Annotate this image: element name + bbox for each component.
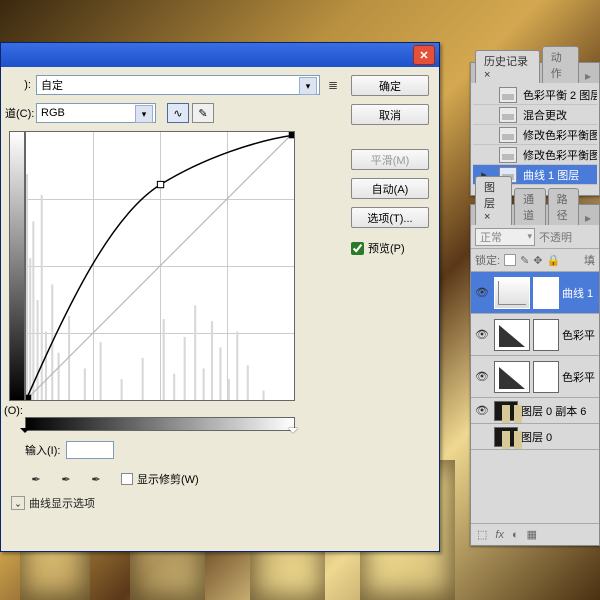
tab-channels[interactable]: 通道 (514, 188, 545, 225)
panel-menu-icon[interactable]: ▸ (581, 69, 595, 83)
curves-chart[interactable] (25, 131, 295, 401)
visibility-icon[interactable]: 👁 (473, 404, 491, 417)
black-point-slider[interactable] (20, 428, 30, 438)
layer-mask[interactable] (533, 319, 559, 351)
tab-actions[interactable]: 动作 (542, 46, 579, 83)
layer-row[interactable]: 👁色彩平 (471, 356, 599, 398)
layer-thumbnail[interactable] (494, 319, 530, 351)
ok-button[interactable]: 确定 (351, 75, 429, 96)
visibility-icon[interactable]: 👁 (473, 286, 491, 299)
history-step-icon (499, 127, 517, 143)
link-icon[interactable]: ⬚ (477, 528, 487, 541)
layer-row[interactable]: 图层 0 (471, 424, 599, 450)
opacity-label: 不透明 (539, 229, 572, 245)
tab-paths[interactable]: 路径 (548, 188, 579, 225)
sample-black-icon[interactable]: ✒ (25, 469, 47, 489)
slider-track[interactable] (25, 431, 295, 439)
history-item[interactable]: 色彩平衡 2 图层 (473, 85, 597, 105)
channel-label: 道(C): (5, 105, 31, 121)
layer-thumbnail[interactable] (494, 401, 518, 421)
dialog-titlebar[interactable]: ✕ (1, 43, 439, 67)
visibility-icon[interactable]: 👁 (473, 370, 491, 383)
layer-row[interactable]: 👁曲线 1 (471, 272, 599, 314)
close-icon[interactable]: ✕ (413, 45, 435, 65)
history-item[interactable]: 修改色彩平衡图 (473, 145, 597, 165)
preset-label: ): (5, 79, 31, 91)
lock-move-icon[interactable]: ✥ (533, 254, 542, 267)
options-button[interactable]: 选项(T)... (351, 207, 429, 228)
channel-combo[interactable]: RGB (36, 103, 156, 123)
fx-icon[interactable]: fx (495, 529, 504, 541)
smooth-button: 平滑(M) (351, 149, 429, 170)
layer-thumbnail[interactable] (494, 427, 518, 447)
lock-transparency-icon[interactable] (504, 254, 516, 266)
tab-layers[interactable]: 图层 × (475, 176, 512, 225)
layer-row[interactable]: 👁图层 0 副本 6 (471, 398, 599, 424)
lock-label: 锁定: (475, 252, 500, 268)
show-clipping-checkbox[interactable]: 显示修剪(W) (121, 471, 199, 487)
output-label: (O): (3, 405, 23, 417)
layer-thumbnail[interactable] (494, 277, 530, 309)
adjustment-icon[interactable]: ▦ (527, 528, 537, 541)
preset-combo[interactable]: 自定 (36, 75, 320, 95)
input-gradient (25, 417, 295, 431)
input-field[interactable] (66, 441, 114, 459)
sample-gray-icon[interactable]: ✒ (55, 469, 77, 489)
preview-checkbox[interactable]: 预览(P) (351, 240, 429, 256)
layers-footer: ⬚ fx ◐ ▦ (471, 523, 599, 545)
visibility-icon[interactable]: 👁 (473, 328, 491, 341)
lock-brush-icon[interactable]: ✎ (520, 254, 529, 267)
curves-dialog: ✕ ): 自定 ≣ 道(C): RGB ∿ ✎ (0, 42, 440, 552)
layer-mask[interactable] (533, 277, 559, 309)
mask-icon[interactable]: ◐ (512, 529, 519, 541)
history-item[interactable]: 混合更改 (473, 105, 597, 125)
cancel-button[interactable]: 取消 (351, 104, 429, 125)
layer-mask[interactable] (533, 361, 559, 393)
white-point-slider[interactable] (288, 428, 298, 438)
history-item[interactable]: 修改色彩平衡图 (473, 125, 597, 145)
sample-white-icon[interactable]: ✒ (85, 469, 107, 489)
history-step-icon (499, 87, 517, 103)
auto-button[interactable]: 自动(A) (351, 178, 429, 199)
layer-thumbnail[interactable] (494, 361, 530, 393)
pencil-tool-icon[interactable]: ✎ (192, 103, 214, 123)
preset-menu-icon[interactable]: ≣ (325, 77, 341, 93)
curve-tool-icon[interactable]: ∿ (167, 103, 189, 123)
lock-all-icon[interactable]: 🔒 (547, 254, 561, 267)
curve-display-options[interactable]: 曲线显示选项 (11, 495, 341, 511)
history-step-icon (499, 107, 517, 123)
output-gradient (9, 131, 25, 401)
panel-menu-icon[interactable]: ▸ (581, 211, 595, 225)
layers-panel: 图层 × 通道 路径 ▸ 正常 不透明 锁定: ✎ ✥ 🔒 填 👁曲线 1👁色彩… (470, 204, 600, 546)
history-step-icon (499, 147, 517, 163)
blend-mode-combo[interactable]: 正常 (475, 228, 535, 246)
fill-label: 填 (584, 252, 595, 268)
layer-row[interactable]: 👁色彩平 (471, 314, 599, 356)
tab-history[interactable]: 历史记录 × (475, 50, 540, 83)
input-label: 输入(I): (25, 442, 60, 458)
